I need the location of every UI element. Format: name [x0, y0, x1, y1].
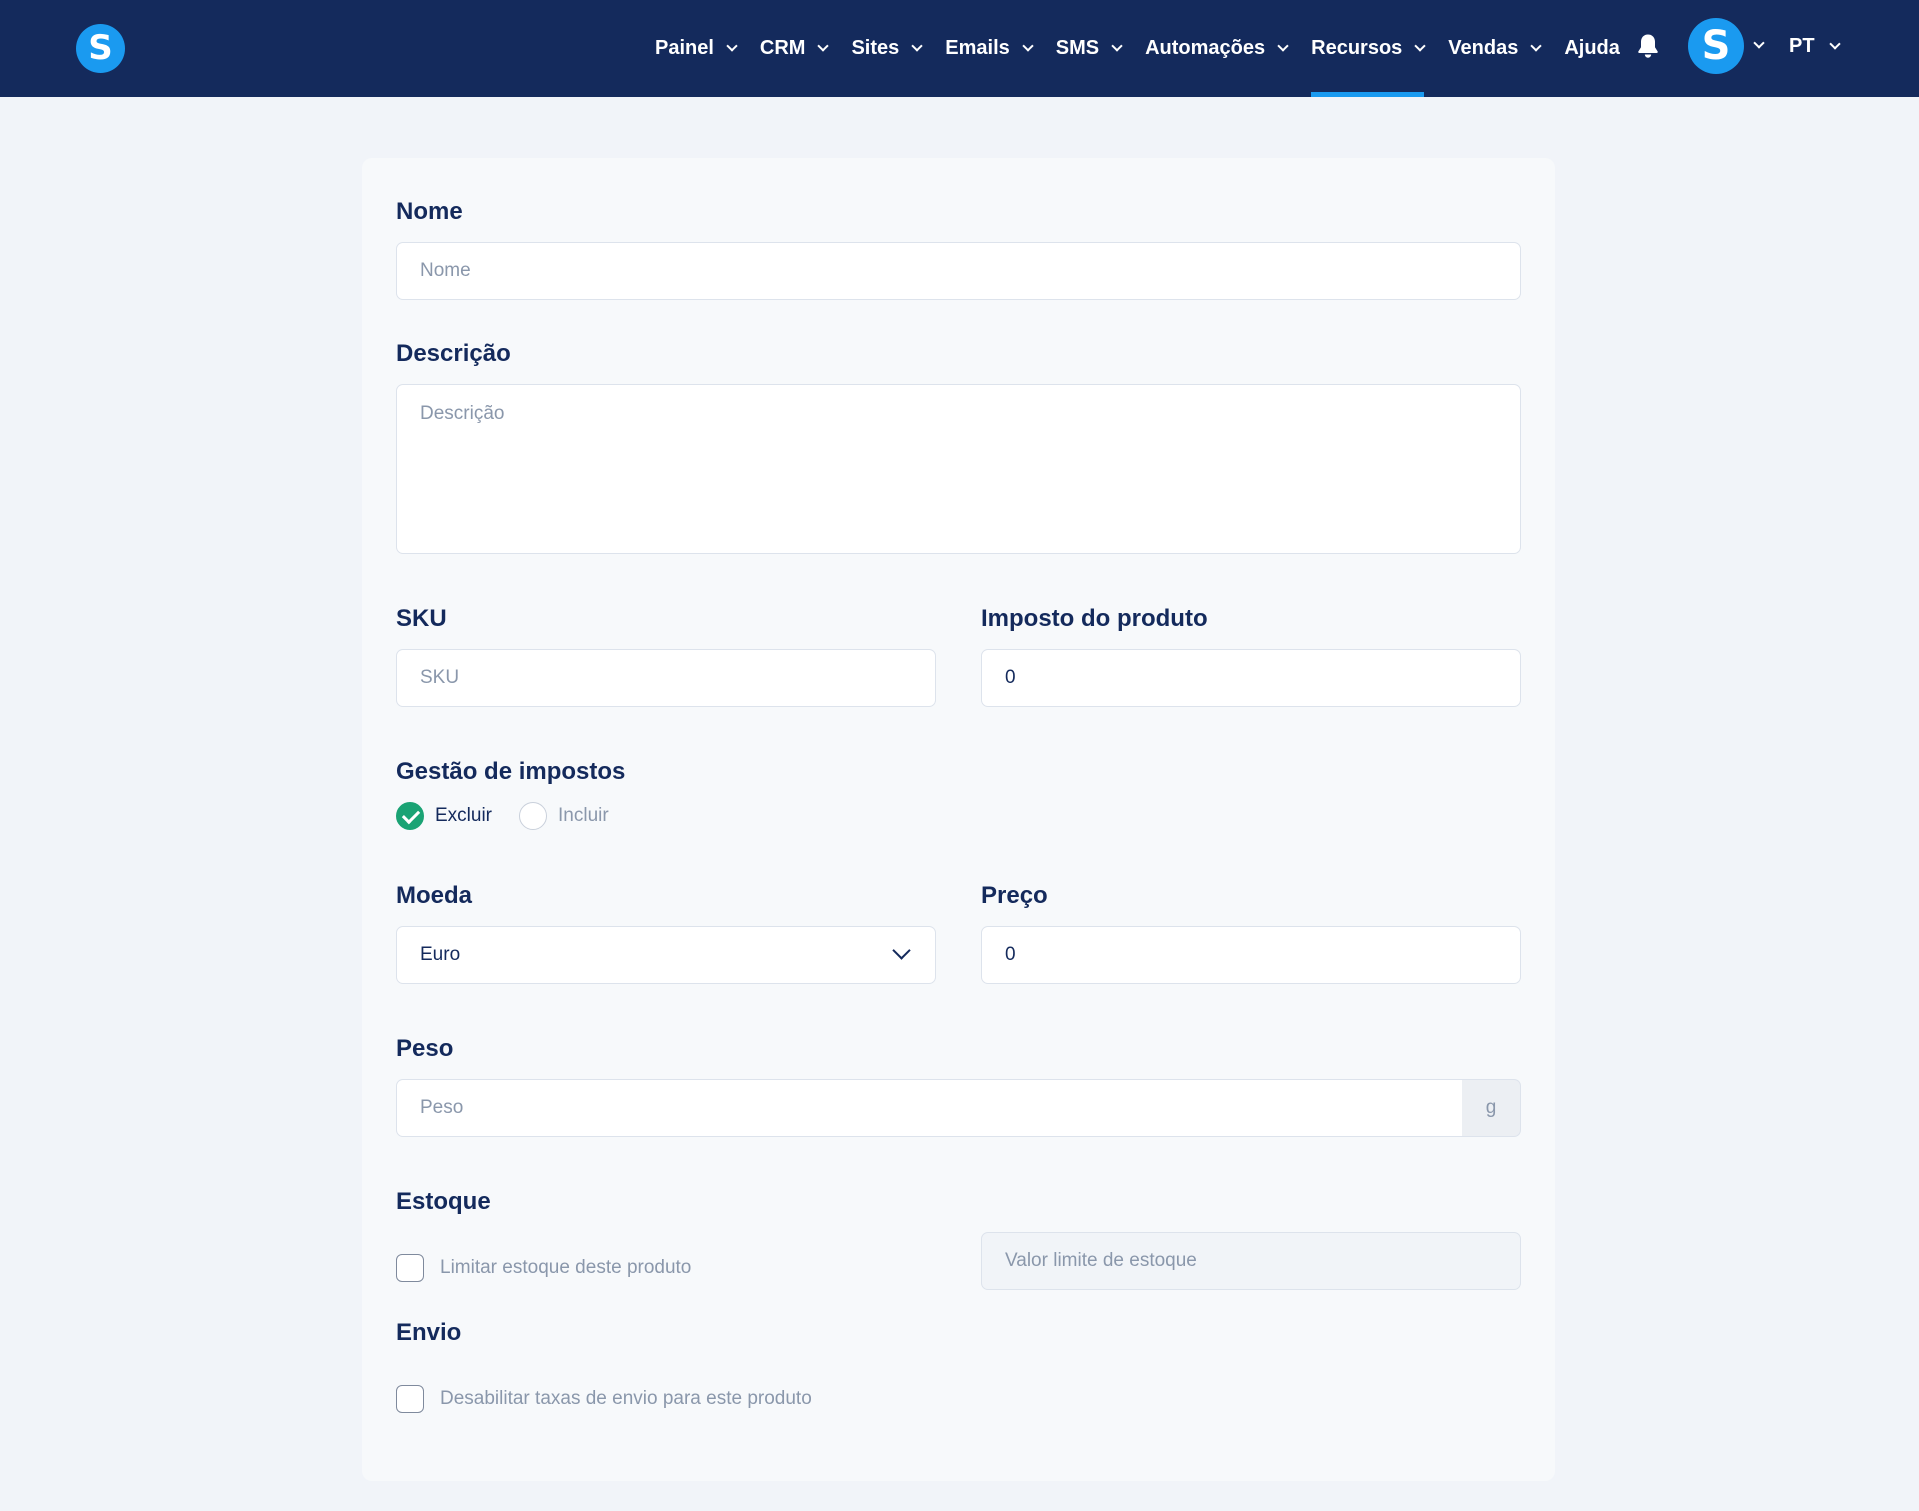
chevron-down-icon: [1530, 40, 1543, 52]
nav-item-sites[interactable]: Sites: [851, 0, 923, 97]
currency-label: Moeda: [396, 882, 473, 909]
language-label: PT: [1789, 34, 1815, 57]
chevron-down-icon: [726, 40, 738, 52]
nav-item-automacoes[interactable]: Automações: [1145, 0, 1289, 97]
price-label: Preço: [981, 882, 1048, 909]
nav-item-label: CRM: [759, 37, 806, 59]
tax-management-label: Gestão de impostos: [396, 758, 626, 785]
exclude-radio[interactable]: [396, 802, 424, 830]
stock-limit-input[interactable]: [981, 1232, 1521, 1290]
nav-item-painel[interactable]: Painel: [655, 0, 738, 97]
chevron-down-icon[interactable]: [1753, 37, 1765, 49]
nav-item-crm[interactable]: CRM: [759, 0, 830, 97]
name-input[interactable]: [396, 242, 1521, 300]
exclude-radio-label[interactable]: Excluir: [435, 805, 492, 827]
chevron-down-icon: [1022, 40, 1034, 52]
nav-item-recursos[interactable]: Recursos: [1311, 0, 1426, 97]
chevron-down-icon: [892, 941, 911, 960]
chevron-down-icon: [1828, 37, 1841, 50]
description-textarea[interactable]: [396, 384, 1521, 554]
shipping-label: Envio: [396, 1319, 462, 1346]
include-radio-label[interactable]: Incluir: [558, 805, 609, 827]
chevron-down-icon: [911, 40, 923, 52]
weight-label: Peso: [396, 1035, 454, 1062]
nav-item-label: Recursos: [1311, 37, 1403, 59]
nav-item-label: Automações: [1145, 37, 1266, 59]
disable-shipping-checkbox[interactable]: [396, 1385, 424, 1413]
limit-stock-checkbox[interactable]: [396, 1254, 424, 1282]
main-nav: Painel CRM Sites Emails SMS Automações R…: [655, 0, 1644, 97]
chevron-down-icon: [1277, 40, 1289, 52]
nav-item-label: Emails: [945, 37, 1010, 59]
chevron-down-icon: [817, 40, 830, 52]
sku-input[interactable]: [396, 649, 936, 707]
disable-shipping-label[interactable]: Desabilitar taxas de envio para este pro…: [440, 1388, 812, 1410]
disable-shipping-row: Desabilitar taxas de envio para este pro…: [396, 1385, 812, 1413]
nav-item-vendas[interactable]: Vendas: [1448, 0, 1543, 97]
limit-stock-label[interactable]: Limitar estoque deste produto: [440, 1257, 691, 1279]
nav-item-emails[interactable]: Emails: [945, 0, 1034, 97]
chevron-down-icon: [1111, 40, 1123, 52]
bell-icon[interactable]: [1636, 33, 1660, 59]
nav-item-label: Ajuda: [1564, 37, 1620, 59]
nav-item-label: Painel: [655, 37, 714, 59]
name-label: Nome: [396, 198, 463, 225]
nav-item-label: Sites: [851, 37, 900, 59]
tax-management-options: Excluir Incluir: [396, 802, 636, 830]
stock-label: Estoque: [396, 1188, 491, 1215]
product-form-card: Nome Descrição SKU Imposto do produto Ge…: [362, 158, 1555, 1481]
nav-item-sms[interactable]: SMS: [1055, 0, 1123, 97]
weight-unit-addon: g: [1462, 1079, 1521, 1137]
avatar[interactable]: S: [1688, 18, 1744, 74]
nav-item-label: SMS: [1055, 37, 1100, 59]
chevron-down-icon: [1414, 40, 1426, 52]
currency-selected-value: Euro: [420, 944, 461, 965]
weight-input[interactable]: [396, 1079, 1464, 1137]
logo[interactable]: S: [76, 24, 125, 73]
top-navigation-bar: S Painel CRM Sites Emails SMS Automações…: [0, 0, 1919, 97]
nav-item-ajuda[interactable]: Ajuda: [1564, 0, 1620, 97]
product-tax-input[interactable]: [981, 649, 1521, 707]
limit-stock-row: Limitar estoque deste produto: [396, 1254, 691, 1282]
include-radio[interactable]: [519, 802, 548, 830]
product-tax-label: Imposto do produto: [981, 605, 1208, 632]
price-input[interactable]: [981, 926, 1521, 984]
nav-item-label: Vendas: [1448, 37, 1519, 59]
sku-label: SKU: [396, 605, 447, 632]
description-label: Descrição: [396, 340, 511, 367]
language-selector[interactable]: PT: [1789, 0, 1841, 92]
currency-select[interactable]: Euro: [396, 926, 936, 984]
